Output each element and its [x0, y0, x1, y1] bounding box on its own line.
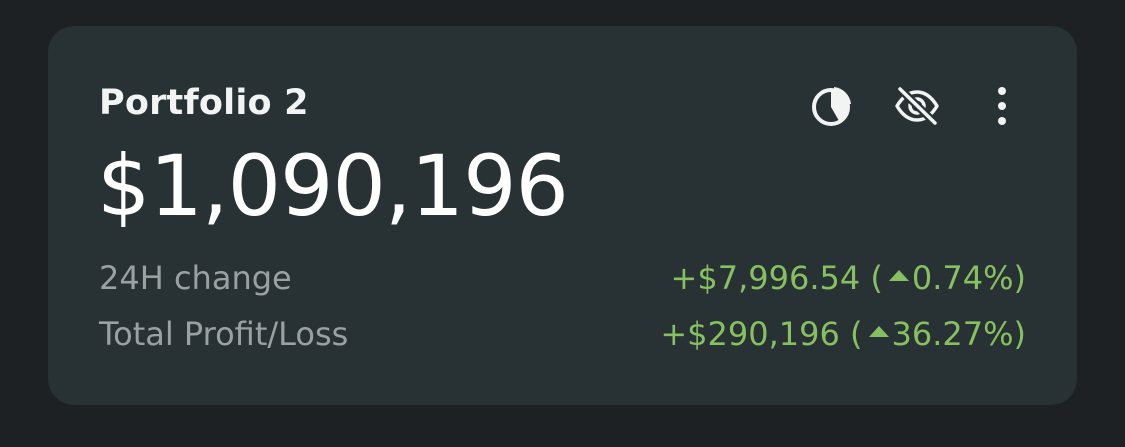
- pie-chart-icon: [812, 87, 851, 126]
- hide-balance-button[interactable]: [893, 82, 941, 130]
- total-profit-loss-amount: +$290,196: [660, 315, 840, 353]
- more-vertical-icon: [998, 87, 1006, 125]
- open-paren: (: [839, 315, 863, 353]
- card-actions: [808, 82, 1026, 130]
- up-arrow-icon: [888, 269, 909, 281]
- change-24h-percent: 0.74%: [911, 259, 1014, 297]
- pie-chart-button[interactable]: [808, 82, 856, 130]
- portfolio-card: Portfolio 2 $1,090,196 24H change +$7,99…: [48, 26, 1077, 405]
- close-paren: ): [1013, 315, 1026, 353]
- total-profit-loss-label: Total Profit/Loss: [99, 315, 349, 353]
- change-24h-amount: +$7,996.54: [670, 259, 861, 297]
- portfolio-total-value: $1,090,196: [97, 137, 569, 235]
- close-paren: ): [1013, 259, 1026, 297]
- portfolio-title: Portfolio 2: [99, 83, 309, 123]
- eye-off-icon: [895, 86, 939, 126]
- up-arrow-icon: [868, 325, 889, 337]
- total-profit-loss-value: +$290,196 ( 36.27% ): [660, 315, 1026, 353]
- open-paren: (: [860, 259, 883, 297]
- change-24h-label: 24H change: [99, 259, 292, 297]
- more-options-button[interactable]: [978, 82, 1026, 130]
- total-profit-loss-row: Total Profit/Loss +$290,196 ( 36.27% ): [99, 314, 1026, 354]
- change-24h-row: 24H change +$7,996.54 ( 0.74% ): [99, 258, 1026, 298]
- total-profit-loss-percent: 36.27%: [891, 315, 1014, 353]
- change-24h-value: +$7,996.54 ( 0.74% ): [671, 259, 1026, 297]
